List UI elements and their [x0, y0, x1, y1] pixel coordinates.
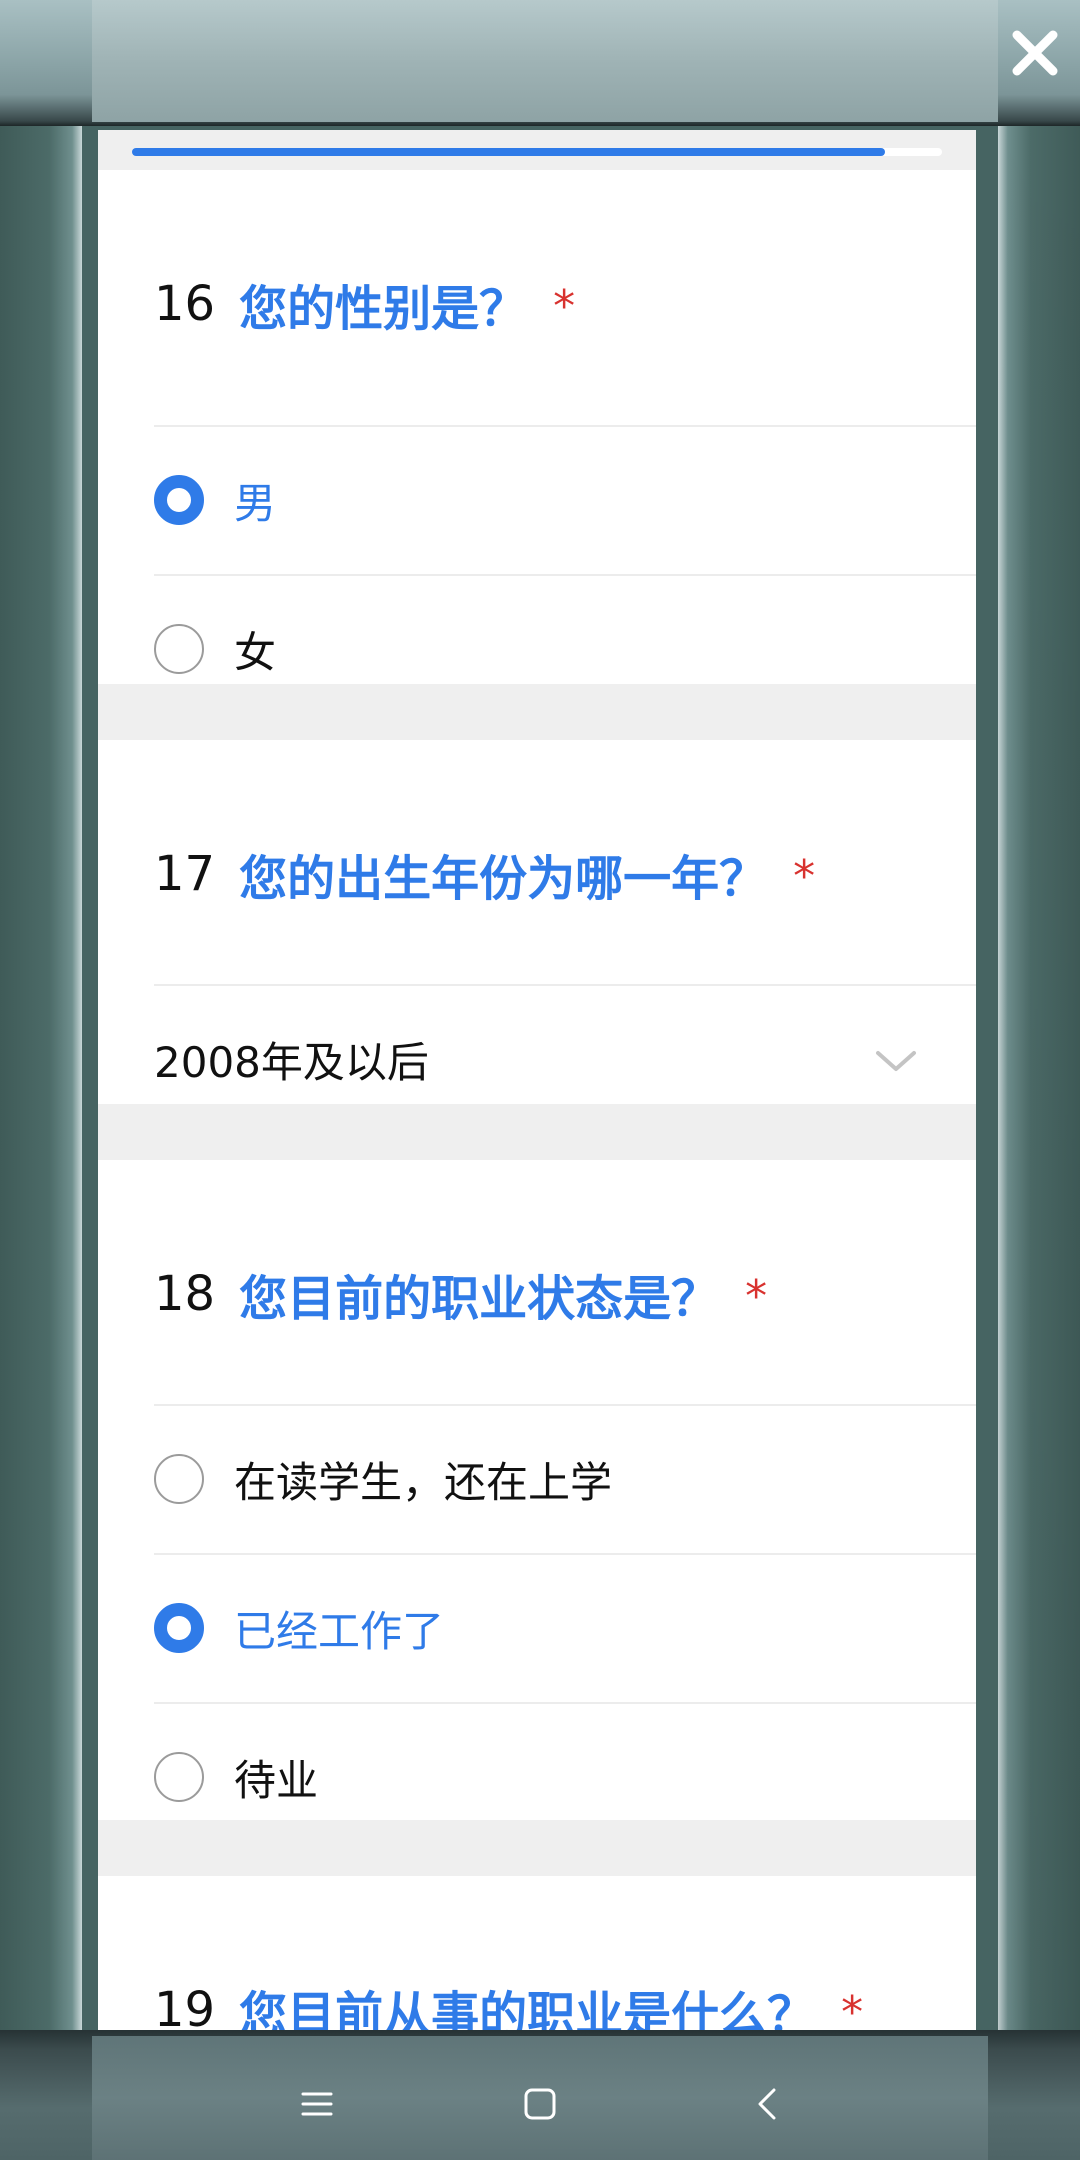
question-title: 16 您的性别是？ *: [154, 264, 575, 344]
back-chevron-icon: [758, 2088, 776, 2120]
left-frame: [0, 0, 82, 2160]
menu-icon: [301, 2092, 333, 2116]
close-button[interactable]: [1004, 22, 1066, 84]
progress-fill: [132, 148, 886, 156]
radio-button-checked[interactable]: [154, 1603, 204, 1653]
required-mark: *: [745, 1270, 768, 1322]
required-mark: *: [793, 850, 816, 902]
progress-track: [98, 130, 976, 170]
home-square-icon: [524, 2088, 556, 2120]
radio-button-checked[interactable]: [154, 475, 204, 525]
question-text: 您的性别是？: [239, 281, 528, 337]
section-gap: [98, 684, 976, 740]
radio-button[interactable]: [154, 1454, 204, 1504]
navigation-bar: [0, 2030, 1080, 2160]
required-mark: *: [553, 280, 576, 332]
right-frame: [998, 0, 1080, 2160]
chevron-down-icon: [876, 1051, 916, 1071]
question-title: 17 您的出生年份为哪一年？ *: [154, 834, 815, 914]
radio-button[interactable]: [154, 1752, 204, 1802]
question-number: 17: [154, 846, 216, 902]
question-number: 19: [154, 1982, 216, 2030]
question-17: 17 您的出生年份为哪一年？ * 2008年及以后: [98, 740, 976, 1134]
option-label: 已经工作了: [234, 1606, 445, 1656]
option-label: 待业: [234, 1755, 319, 1805]
question-text: 您的出生年份为哪一年？: [239, 851, 768, 907]
question-text: 您目前从事的职业是什么？: [239, 1987, 816, 2030]
option-label: 女: [234, 627, 277, 677]
question-text: 您目前的职业状态是？: [239, 1271, 720, 1327]
option-label: 男: [234, 478, 277, 528]
survey-page[interactable]: 16 您的性别是？ * 男 女 17 您的出生年份为哪一年？ * 2008年及以…: [98, 130, 976, 2030]
radio-button[interactable]: [154, 624, 204, 674]
section-gap: [98, 1820, 976, 1876]
question-16: 16 您的性别是？ * 男 女: [98, 170, 976, 714]
option-working[interactable]: 已经工作了: [154, 1554, 976, 1702]
nav-home-button[interactable]: [512, 2076, 568, 2132]
required-mark: *: [841, 1986, 864, 2031]
nav-back-button[interactable]: [740, 2076, 796, 2132]
top-bar-inner: [92, 0, 998, 122]
option-student[interactable]: 在读学生，还在上学: [154, 1405, 976, 1553]
question-number: 18: [154, 1266, 216, 1322]
question-title: 18 您目前的职业状态是？ *: [154, 1254, 767, 1334]
close-icon: [1012, 30, 1058, 76]
question-number: 16: [154, 276, 216, 332]
question-18: 18 您目前的职业状态是？ * 在读学生，还在上学 已经工作了 待业: [98, 1160, 976, 1826]
top-bar: [0, 0, 1080, 126]
question-title: 19 您目前从事的职业是什么？ *: [154, 1970, 863, 2030]
progress-bar: [132, 148, 942, 156]
option-label: 在读学生，还在上学: [234, 1457, 613, 1507]
option-male[interactable]: 男: [154, 426, 976, 574]
section-gap: [98, 1104, 976, 1160]
select-value: 2008年及以后: [154, 1037, 429, 1087]
nav-menu-button[interactable]: [289, 2076, 345, 2132]
question-19: 19 您目前从事的职业是什么？ *: [98, 1876, 976, 2030]
